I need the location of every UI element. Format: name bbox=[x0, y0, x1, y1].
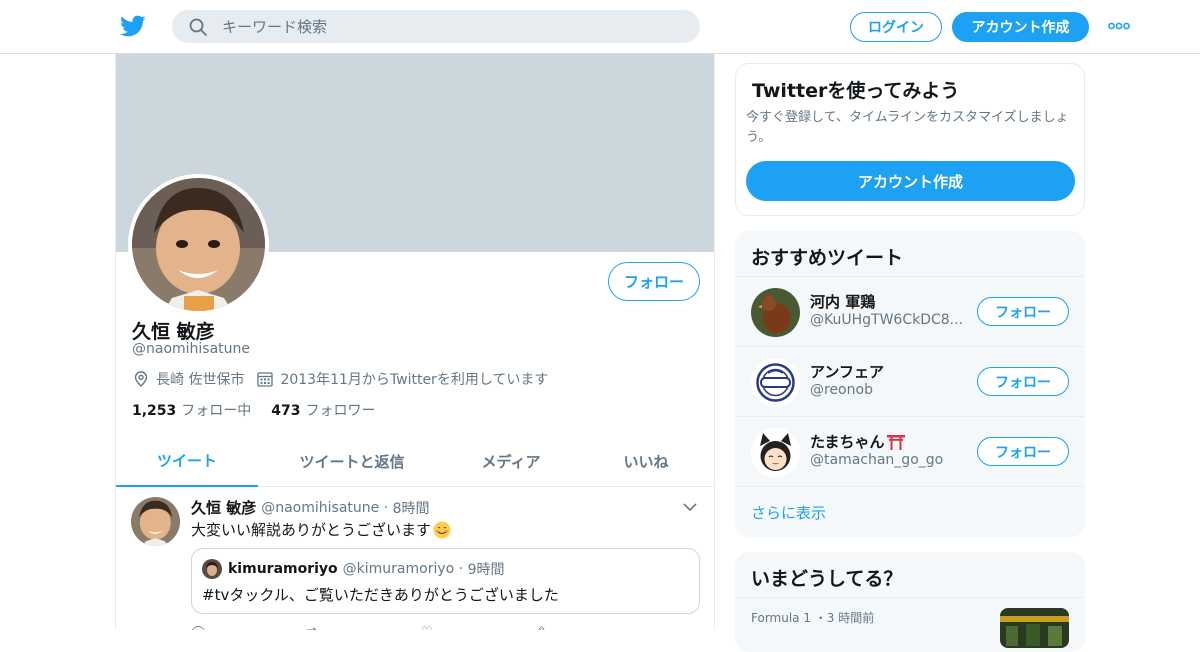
recommend-item[interactable]: 河内 軍鶏 @KuUHgTW6CkDC8... フォロー bbox=[735, 276, 1085, 346]
profile-handle[interactable]: @naomihisatune bbox=[132, 341, 250, 357]
smiling-face-emoji-icon bbox=[433, 521, 451, 538]
tweet-item[interactable]: 久恒 敏彦 @naomihisatune · 8時間 大変いい解説ありがとうござ… bbox=[116, 487, 714, 630]
quoted-tweet[interactable]: kimuramoriyo @kimuramoriyo · 9時間 #tvタックル… bbox=[191, 548, 700, 614]
recommend-card-title: おすすめツイート bbox=[751, 247, 904, 269]
quote-header: kimuramoriyo @kimuramoriyo · 9時間 bbox=[202, 559, 505, 579]
follow-button[interactable]: フォロー bbox=[608, 262, 700, 301]
joined-text: 2013年11月からTwitterを利用しています bbox=[280, 372, 549, 388]
recommend-handle: @tamachan_go_go bbox=[810, 452, 944, 468]
profile-avatar[interactable] bbox=[128, 174, 269, 315]
signup-card-title: Twitterを使ってみよう bbox=[752, 80, 960, 102]
recommend-follow-button[interactable]: フォロー bbox=[977, 367, 1069, 396]
followers-label: フォロワー bbox=[305, 403, 376, 419]
location-text: 長崎 佐世保市 bbox=[156, 372, 245, 388]
signup-card: Twitterを使ってみよう 今すぐ登録して、タイムラインをカスタマイズしましょ… bbox=[735, 63, 1085, 216]
tab-likes[interactable]: いいね bbox=[576, 435, 714, 487]
emblem-logo-icon bbox=[751, 358, 800, 407]
following-stat[interactable]: 1,253 フォロー中 bbox=[132, 400, 251, 420]
recommend-avatar[interactable] bbox=[751, 358, 800, 407]
trend-meta[interactable]: Formula 1 ・3 時間前 bbox=[751, 609, 874, 626]
tweet-header: 久恒 敏彦 @naomihisatune · 8時間 bbox=[191, 497, 430, 518]
retweet-icon[interactable]: ⇄ bbox=[306, 625, 421, 630]
top-navigation-bar: ログイン アカウント作成 bbox=[0, 0, 1200, 54]
location-pin-icon bbox=[134, 371, 148, 387]
recommend-name[interactable]: たまちゃん bbox=[810, 431, 905, 452]
recommend-handle: @reonob bbox=[810, 382, 873, 398]
followers-stat[interactable]: 473 フォロワー bbox=[271, 400, 375, 420]
profile-location: 長崎 佐世保市 bbox=[132, 369, 244, 389]
more-dots-icon[interactable] bbox=[1107, 15, 1131, 37]
show-more-label[interactable]: さらに表示 bbox=[751, 502, 826, 523]
quote-author-handle: @kimuramoriyo bbox=[342, 561, 455, 577]
tweet-avatar[interactable] bbox=[131, 497, 180, 546]
search-input[interactable] bbox=[222, 10, 682, 43]
child-photo-icon bbox=[132, 178, 265, 311]
trends-card-title: いまどうしてる？ bbox=[751, 568, 903, 590]
like-icon[interactable]: ♡ bbox=[421, 625, 536, 630]
recommend-avatar[interactable] bbox=[751, 288, 800, 337]
recommend-item[interactable]: たまちゃん @tamachan_go_go フォロー bbox=[735, 416, 1085, 486]
tweet-text-body: 大変いい解説ありがとうございます bbox=[191, 521, 432, 539]
recommend-card: おすすめツイート 河内 軍鶏 @KuUHgTW6CkDC8... フォロー アン… bbox=[735, 231, 1085, 537]
quote-separator: · bbox=[454, 561, 468, 577]
profile-joined: 2013年11月からTwitterを利用しています bbox=[256, 369, 548, 389]
signup-card-button[interactable]: アカウント作成 bbox=[746, 161, 1075, 201]
signup-button[interactable]: アカウント作成 bbox=[952, 12, 1089, 42]
recommend-name-text: たまちゃん bbox=[810, 433, 885, 451]
search-icon bbox=[189, 18, 207, 36]
profile-column: フォロー 久恒 敏彦 @naomihisatune 長崎 佐世保市 2013年1… bbox=[115, 54, 715, 630]
quote-avatar bbox=[202, 559, 222, 579]
quote-time: 9時間 bbox=[467, 562, 505, 578]
divider bbox=[735, 597, 1085, 598]
tab-media[interactable]: メディア bbox=[446, 435, 576, 487]
tab-tweets-replies[interactable]: ツイートと返信 bbox=[258, 435, 446, 487]
search-box[interactable] bbox=[172, 10, 700, 43]
calendar-icon bbox=[257, 372, 274, 387]
recommend-name[interactable]: アンフェア bbox=[810, 361, 884, 382]
trends-card: いまどうしてる？ Formula 1 ・3 時間前 bbox=[735, 552, 1085, 652]
tweet-author-handle[interactable]: @naomihisatune bbox=[261, 500, 379, 516]
following-count: 1,253 bbox=[132, 403, 177, 419]
login-button[interactable]: ログイン bbox=[850, 12, 942, 42]
tweet-text: 大変いい解説ありがとうございます bbox=[191, 519, 451, 540]
quote-text: #tvタックル、ご覧いただきありがとうございました bbox=[202, 586, 559, 604]
profile-meta: 長崎 佐世保市 2013年11月からTwitterを利用しています bbox=[132, 369, 560, 389]
show-more-link[interactable]: さらに表示 bbox=[735, 486, 1085, 537]
recommend-item[interactable]: アンフェア @reonob フォロー bbox=[735, 346, 1085, 416]
following-label: フォロー中 bbox=[181, 403, 252, 419]
quote-author-name: kimuramoriyo bbox=[228, 561, 338, 577]
trend-thumbnail[interactable] bbox=[1000, 608, 1069, 648]
tweet-author-name[interactable]: 久恒 敏彦 bbox=[191, 497, 256, 518]
cat-girl-illustration-icon bbox=[751, 428, 800, 477]
rooster-photo-icon bbox=[751, 288, 800, 337]
tab-tweets[interactable]: ツイート bbox=[116, 435, 258, 487]
signup-card-description: 今すぐ登録して、タイムラインをカスタマイズしましょう。 bbox=[746, 110, 1069, 145]
recommend-handle: @KuUHgTW6CkDC8... bbox=[810, 312, 964, 328]
recommend-follow-button[interactable]: フォロー bbox=[977, 437, 1069, 466]
reply-icon[interactable]: ◯ bbox=[191, 625, 306, 630]
person-photo-icon bbox=[202, 559, 222, 579]
recommend-name[interactable]: 河内 軍鶏 bbox=[810, 291, 875, 312]
chevron-down-icon[interactable] bbox=[682, 499, 698, 515]
followers-count: 473 bbox=[271, 403, 301, 419]
twitter-bird-icon[interactable] bbox=[119, 13, 147, 39]
tweet-time[interactable]: 8時間 bbox=[393, 498, 430, 518]
profile-name: 久恒 敏彦 bbox=[132, 321, 215, 343]
tweet-actions: ◯ ⇄ ♡ ⇧ bbox=[191, 625, 651, 630]
profile-tabs: ツイート ツイートと返信 メディア いいね bbox=[116, 435, 714, 487]
profile-stats: 1,253 フォロー中 473 フォロワー bbox=[132, 400, 396, 420]
race-photo-icon bbox=[1000, 608, 1069, 648]
tweet-separator: · bbox=[379, 499, 393, 516]
torii-gate-emoji-icon bbox=[886, 434, 905, 450]
recommend-follow-button[interactable]: フォロー bbox=[977, 297, 1069, 326]
child-photo-icon bbox=[131, 497, 180, 546]
share-icon[interactable]: ⇧ bbox=[536, 625, 651, 630]
recommend-avatar[interactable] bbox=[751, 428, 800, 477]
